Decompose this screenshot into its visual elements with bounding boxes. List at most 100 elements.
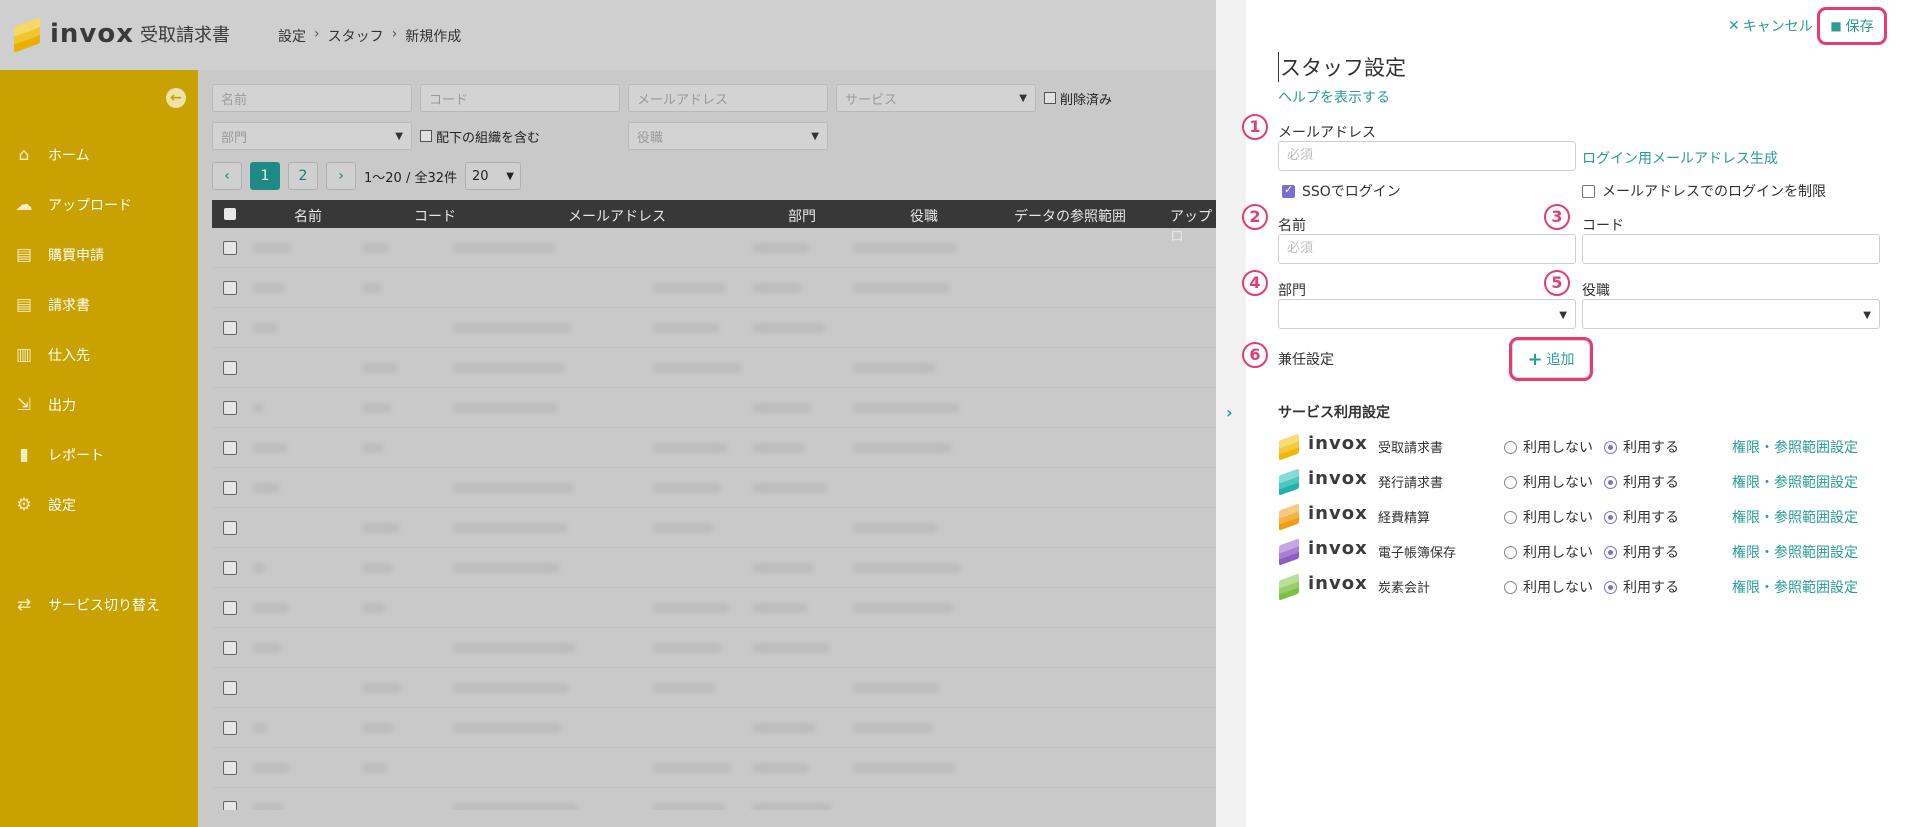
checkbox-box[interactable]: [1044, 92, 1056, 104]
save-button[interactable]: ■ 保存: [1817, 7, 1887, 45]
row-checkbox[interactable]: [223, 561, 237, 575]
filter-dept-select[interactable]: 部門 ▼: [212, 122, 412, 150]
table-row[interactable]: [212, 468, 1216, 508]
restrict-checkbox-box[interactable]: [1582, 184, 1595, 198]
radio-dot[interactable]: [1504, 510, 1517, 524]
sidebar-item[interactable]: ▤ 購買申請: [0, 230, 198, 280]
table-row[interactable]: [212, 708, 1216, 748]
service-off-radio[interactable]: 利用しない: [1504, 577, 1593, 597]
row-checkbox[interactable]: [223, 401, 237, 415]
service-on-radio[interactable]: 利用する: [1604, 507, 1679, 527]
row-checkbox[interactable]: [223, 441, 237, 455]
brand-logo[interactable]: invox 受取請求書: [12, 17, 230, 53]
table-row[interactable]: [212, 668, 1216, 708]
service-permission-link[interactable]: 権限・参照範囲設定: [1732, 577, 1858, 597]
help-link[interactable]: ヘルプを表示する: [1278, 87, 1390, 107]
radio-dot[interactable]: [1604, 580, 1617, 594]
service-on-radio[interactable]: 利用する: [1604, 437, 1679, 457]
table-row[interactable]: [212, 228, 1216, 268]
row-checkbox[interactable]: [223, 801, 237, 810]
service-off-radio[interactable]: 利用しない: [1504, 542, 1593, 562]
service-permission-link[interactable]: 権限・参照範囲設定: [1732, 507, 1858, 527]
row-checkbox[interactable]: [223, 241, 237, 255]
deleted-checkbox[interactable]: 削除済み: [1044, 89, 1112, 108]
sidebar-item[interactable]: ⌂ ホーム: [0, 130, 198, 180]
service-off-radio[interactable]: 利用しない: [1504, 437, 1593, 457]
chevron-right-icon[interactable]: ›: [1226, 403, 1233, 422]
table-row[interactable]: [212, 308, 1216, 348]
radio-dot[interactable]: [1604, 545, 1617, 559]
service-on-radio[interactable]: 利用する: [1604, 577, 1679, 597]
col-scope[interactable]: データの参照範囲: [1014, 206, 1126, 226]
select-all-checkbox[interactable]: [224, 208, 236, 220]
row-checkbox[interactable]: [223, 641, 237, 655]
sidebar-item[interactable]: ▥ 仕入先: [0, 330, 198, 380]
collapse-sidebar-icon[interactable]: ←: [166, 88, 186, 108]
code-field[interactable]: [1582, 234, 1880, 264]
col-dept[interactable]: 部門: [788, 206, 816, 226]
role-select[interactable]: ▼: [1582, 299, 1880, 329]
col-code[interactable]: コード: [414, 206, 456, 226]
filter-service-select[interactable]: サービス ▼: [836, 84, 1036, 112]
add-concurrent-button[interactable]: + 追加: [1509, 337, 1593, 381]
sidebar-item[interactable]: ▮ レポート: [0, 430, 198, 480]
radio-dot[interactable]: [1604, 510, 1617, 524]
radio-dot[interactable]: [1504, 475, 1517, 489]
breadcrumb-item[interactable]: 設定: [278, 26, 306, 46]
radio-dot[interactable]: [1504, 580, 1517, 594]
next-page-button[interactable]: ›: [326, 162, 356, 190]
sso-checkbox-box[interactable]: [1282, 183, 1295, 198]
prev-page-button[interactable]: ‹: [212, 162, 242, 190]
radio-dot[interactable]: [1504, 545, 1517, 559]
service-permission-link[interactable]: 権限・参照範囲設定: [1732, 437, 1858, 457]
service-permission-link[interactable]: 権限・参照範囲設定: [1732, 472, 1858, 492]
checkbox-box[interactable]: [420, 130, 432, 142]
table-row[interactable]: [212, 388, 1216, 428]
row-checkbox[interactable]: [223, 521, 237, 535]
subordinate-checkbox[interactable]: 配下の組織を含む: [420, 127, 620, 146]
filter-code-input[interactable]: コード: [420, 84, 620, 112]
service-switch-button[interactable]: ⇄ サービス切り替え: [0, 580, 198, 630]
sidebar-item[interactable]: ☁ アップロード: [0, 180, 198, 230]
dept-select[interactable]: ▼: [1278, 299, 1576, 329]
table-row[interactable]: [212, 548, 1216, 588]
service-on-radio[interactable]: 利用する: [1604, 472, 1679, 492]
radio-dot[interactable]: [1504, 440, 1517, 454]
page-1-button[interactable]: 1: [250, 162, 280, 190]
per-page-select[interactable]: 20 ▼: [465, 162, 521, 190]
col-email[interactable]: メールアドレス: [568, 206, 666, 226]
col-role[interactable]: 役職: [910, 206, 938, 226]
row-checkbox[interactable]: [223, 361, 237, 375]
row-checkbox[interactable]: [223, 321, 237, 335]
radio-dot[interactable]: [1604, 475, 1617, 489]
table-row[interactable]: [212, 788, 1216, 810]
filter-role-select[interactable]: 役職 ▼: [628, 122, 828, 150]
row-checkbox[interactable]: [223, 281, 237, 295]
sidebar-item[interactable]: ⚙ 設定: [0, 480, 198, 530]
sidebar-item[interactable]: ▤ 請求書: [0, 280, 198, 330]
row-checkbox[interactable]: [223, 481, 237, 495]
email-field[interactable]: 必須: [1278, 141, 1576, 171]
restrict-login-checkbox[interactable]: メールアドレスでのログインを制限: [1582, 181, 1826, 201]
row-checkbox[interactable]: [223, 601, 237, 615]
breadcrumb-item[interactable]: スタッフ: [328, 26, 384, 46]
table-row[interactable]: [212, 268, 1216, 308]
filter-email-input[interactable]: メールアドレス: [628, 84, 828, 112]
email-generate-link[interactable]: ログイン用メールアドレス生成: [1582, 148, 1778, 168]
sso-checkbox[interactable]: SSOでログイン: [1282, 181, 1401, 201]
row-checkbox[interactable]: [223, 681, 237, 695]
service-permission-link[interactable]: 権限・参照範囲設定: [1732, 542, 1858, 562]
table-row[interactable]: [212, 588, 1216, 628]
service-on-radio[interactable]: 利用する: [1604, 542, 1679, 562]
radio-dot[interactable]: [1604, 440, 1617, 454]
name-field[interactable]: 必須: [1278, 234, 1576, 264]
table-row[interactable]: [212, 628, 1216, 668]
filter-name-input[interactable]: 名前: [212, 84, 412, 112]
page-2-button[interactable]: 2: [288, 162, 318, 190]
service-off-radio[interactable]: 利用しない: [1504, 507, 1593, 527]
sidebar-item[interactable]: ⇲ 出力: [0, 380, 198, 430]
row-checkbox[interactable]: [223, 761, 237, 775]
table-row[interactable]: [212, 428, 1216, 468]
col-name[interactable]: 名前: [294, 206, 322, 226]
table-row[interactable]: [212, 348, 1216, 388]
